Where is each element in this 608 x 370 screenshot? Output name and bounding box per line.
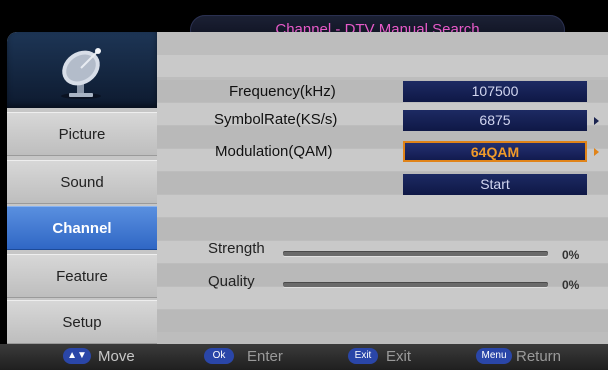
row-spacer: [157, 287, 608, 309]
sidebar-item-channel[interactable]: Channel: [7, 206, 157, 250]
help-exit-label: Exit: [386, 348, 412, 365]
quality-label: Quality: [208, 273, 255, 290]
satellite-dish-icon: [61, 48, 101, 99]
modulation-value[interactable]: 64QAM: [403, 141, 587, 162]
strength-meter: [283, 251, 548, 256]
symbol-rate-value[interactable]: 6875: [403, 110, 587, 131]
symbol-rate-label: SymbolRate(KS/s): [214, 111, 338, 128]
row-divider: [157, 55, 608, 77]
sidebar-item-feature[interactable]: Feature: [7, 254, 157, 298]
frequency-value[interactable]: 107500: [403, 81, 587, 102]
help-enter-label: Enter: [247, 348, 283, 365]
help-return-label: Return: [516, 348, 562, 365]
start-search-button[interactable]: Start: [403, 174, 587, 195]
modulation-right-arrow-icon[interactable]: [594, 148, 599, 156]
modulation-label: Modulation(QAM): [215, 143, 333, 160]
sidebar-item-setup[interactable]: Setup: [7, 300, 157, 344]
sidebar-item-picture[interactable]: Picture: [7, 112, 157, 156]
move-key-icon: ▲▼: [63, 348, 91, 364]
exit-key-icon: Exit: [348, 348, 378, 364]
help-move-label: Move: [98, 348, 135, 365]
row-spacer: [157, 310, 608, 332]
strength-label: Strength: [208, 240, 265, 257]
row-spacer: [157, 218, 608, 240]
channel-logo-tile: [7, 32, 157, 108]
tv-osd-screen: Channel - DTV Manual Search Picture Soun…: [0, 0, 608, 370]
sidebar-item-sound[interactable]: Sound: [7, 160, 157, 204]
quality-meter: [283, 282, 548, 287]
row-spacer: [157, 195, 608, 217]
strength-percent: 0%: [562, 248, 580, 262]
quality-percent: 0%: [562, 278, 580, 292]
frequency-label: Frequency(kHz): [229, 83, 336, 100]
menu-key-icon: Menu: [476, 348, 512, 364]
symbol-rate-right-arrow-icon[interactable]: [594, 117, 599, 125]
ok-key-icon: Ok: [204, 348, 234, 364]
